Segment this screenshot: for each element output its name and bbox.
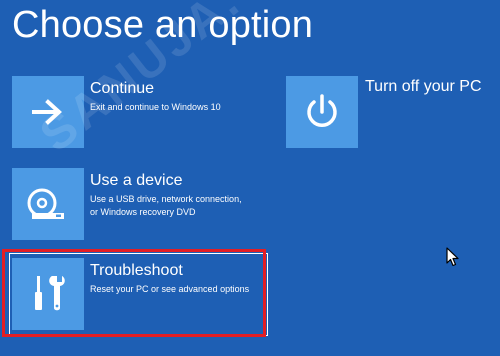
disc-drive-icon <box>12 168 84 240</box>
use-device-description: Use a USB drive, network connection, or … <box>90 194 242 217</box>
page-title: Choose an option <box>12 4 314 46</box>
power-icon <box>286 76 358 148</box>
red-highlight-box <box>2 249 266 337</box>
arrow-right-icon <box>12 76 84 148</box>
use-device-option[interactable]: Use a device Use a USB drive, network co… <box>12 168 252 240</box>
continue-description: Exit and continue to Windows 10 <box>90 102 221 112</box>
turn-off-option[interactable]: Turn off your PC <box>286 76 491 148</box>
use-device-title: Use a device <box>90 172 183 189</box>
turn-off-title: Turn off your PC <box>365 78 482 95</box>
continue-option[interactable]: Continue Exit and continue to Windows 10 <box>12 76 252 148</box>
continue-title: Continue <box>90 80 155 97</box>
mouse-cursor-icon <box>446 247 460 272</box>
